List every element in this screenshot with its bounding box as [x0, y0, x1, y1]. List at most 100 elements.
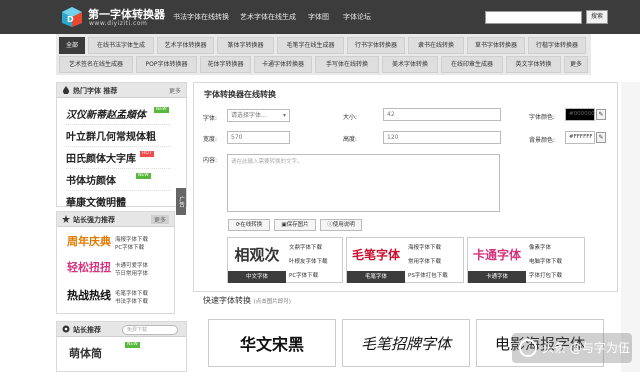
cat-more[interactable]: 更多 [564, 56, 588, 73]
hot-fonts-header: 热门字体 推荐 更多 [57, 83, 186, 98]
cat-item[interactable]: 草书字体转换器 [467, 37, 525, 54]
promo-item[interactable]: 轻松扭扭 卡通可爱字体 节日常用字体 [67, 257, 175, 282]
promo-link[interactable]: PC字体下载 [115, 243, 144, 251]
tile-link[interactable]: 电脑字体下载 [529, 257, 562, 265]
save-label: 保存图片 [286, 222, 309, 228]
cat-item[interactable]: 花体字转换器 [200, 56, 251, 73]
convert-button[interactable]: ⟳在线转换 [228, 219, 270, 231]
promo-item[interactable]: 热战热线 毛笔字体下载 书法字体下载 [67, 285, 175, 310]
webmaster-title: 站长推荐 [73, 326, 101, 334]
fast-convert-subtitle: (点击图片即可) [253, 299, 291, 305]
site-logo[interactable]: D 第一字体转换器 www.diyiziti.com [61, 5, 165, 29]
cat-item[interactable]: 在线书法字体生成 [88, 37, 154, 54]
top-search-input[interactable] [485, 11, 582, 24]
top-search-button[interactable]: 搜索 [586, 10, 608, 24]
tile-link[interactable]: PS字体打包下载 [408, 271, 448, 279]
tile-image: 相观次 [234, 246, 280, 264]
list-item[interactable]: 萌体简 [69, 345, 102, 361]
cat-item[interactable]: 艺术字体转换器 [157, 37, 214, 54]
promo-link[interactable]: 卡通可爱字体 [115, 261, 148, 269]
promo-image: 热战热线 [67, 289, 111, 302]
promo-link[interactable]: 海报字体下载 [115, 235, 148, 243]
bg-color-label: 背景颜色: [529, 137, 556, 144]
tile-image: 毛笔字体 [351, 248, 400, 262]
width-label: 宽度: [203, 136, 218, 143]
tile-link[interactable]: 字体打包下载 [529, 271, 562, 279]
cat-item[interactable]: 隶书在线转换 [408, 37, 464, 54]
font-name: 书体坊颜体 [66, 176, 116, 187]
cat-item[interactable]: 卡通字体转换器 [254, 56, 312, 73]
width-input[interactable]: 570 [227, 131, 290, 144]
list-item[interactable]: 书体坊颜体 NEW [66, 172, 171, 191]
svg-text:D: D [67, 15, 74, 24]
list-item[interactable]: 叶立群几何常规体粗 [66, 128, 171, 147]
cat-item[interactable]: POP字体转换器 [136, 56, 197, 73]
font-category-tile[interactable]: 相观次 中文字体 文鼎字体下载 叶根友字体下载 PC字体下载 [227, 237, 343, 283]
promo-image: 周年庆典 [67, 235, 111, 248]
promo-more[interactable]: 更多 [150, 215, 169, 224]
nav-forum[interactable]: 字体论坛 [343, 12, 371, 22]
nav-calligraphy[interactable]: 书法字体在线转换 [173, 12, 229, 22]
tile-link[interactable]: 像素字体 [529, 243, 551, 251]
tile-caption: 卡通字体 [468, 271, 526, 283]
cat-item[interactable]: 在线印章生成器 [441, 56, 503, 73]
sample-image[interactable]: 毛笔招牌字体 [342, 319, 470, 367]
hot-fonts-more[interactable]: 更多 [169, 86, 181, 95]
cat-item[interactable]: 美术字体转换 [382, 56, 438, 73]
cat-item[interactable]: 行书字体转换器 [347, 37, 405, 54]
watermark-text: 头条 @与字为伍 [542, 341, 630, 355]
nav-art-font[interactable]: 艺术字体在线生成 [240, 12, 296, 22]
tile-caption: 中文字体 [228, 271, 286, 283]
nav-font-gallery[interactable]: 字体图 [308, 12, 329, 22]
size-label: 大小: [343, 114, 358, 121]
bg-color-input[interactable]: #FFFFFF [565, 131, 595, 144]
cat-item[interactable]: 篆体字转换器 [217, 37, 274, 54]
font-color-picker-button[interactable]: ✎ [596, 109, 606, 120]
save-image-button[interactable]: ▣保存图片 [274, 219, 316, 231]
new-badge: NEW [136, 173, 151, 179]
font-label: 字体: [203, 115, 218, 122]
star-icon [62, 215, 70, 223]
font-select[interactable]: 请选择字体... ▾ [227, 109, 290, 122]
logo-cube-icon: D [62, 7, 82, 27]
promo-link[interactable]: 书法字体下载 [115, 297, 148, 305]
font-select-value: 请选择字体... [231, 112, 267, 119]
height-label: 高度: [343, 136, 358, 143]
convert-label: 在线转换 [240, 222, 263, 228]
promo-image: 轻松扭扭 [67, 261, 111, 274]
tile-link[interactable]: 文鼎字体下载 [289, 243, 322, 251]
tile-link[interactable]: 常用字体下载 [408, 257, 441, 265]
toutiao-logo-icon [519, 339, 537, 357]
list-item[interactable]: 田氏颜体大字库 HOT [66, 150, 171, 169]
cat-item[interactable]: 毛笔字在线生成器 [277, 37, 344, 54]
tile-link[interactable]: 海报字体下载 [408, 243, 441, 251]
cat-item[interactable]: 艺术签名在线生成器 [59, 56, 133, 73]
height-input[interactable]: 120 [383, 131, 501, 144]
cat-all[interactable]: 全部 [59, 37, 85, 54]
font-category-tile[interactable]: 卡通字体 卡通字体 像素字体 电脑字体下载 字体打包下载 [467, 237, 585, 283]
tile-link[interactable]: 叶根友字体下载 [289, 257, 328, 265]
bg-color-picker-button[interactable]: ✎ [596, 132, 606, 143]
help-button[interactable]: ⓘ使用说明 [320, 219, 362, 231]
font-name: 萌体简 [69, 347, 102, 360]
tile-link[interactable]: PC字体下载 [289, 271, 318, 279]
promo-link[interactable]: 毛笔字体下载 [115, 289, 148, 297]
converter-title: 字体转换器在线转换 [204, 90, 276, 99]
sample-image[interactable]: 华文宋黑 [208, 319, 336, 367]
webmaster-panel: 站长推荐 免费下载 萌体简 NEW [56, 321, 187, 372]
cat-item[interactable]: 手写体在线转换 [315, 56, 379, 73]
size-input[interactable]: 42 [383, 108, 501, 121]
promo-panel: 站长强力推荐 更多 周年庆典 海报字体下载 PC字体下载 轻松扭扭 卡通可爱字体… [56, 211, 175, 314]
content-textarea[interactable]: 请在此输入需要转换的文字。 [227, 154, 500, 212]
cat-item[interactable]: 英文字体转换 [506, 56, 561, 73]
font-category-tile[interactable]: 毛笔字体 毛笔字体 海报字体下载 常用字体下载 PS字体打包下载 [346, 237, 464, 283]
tile-image: 卡通字体 [472, 248, 521, 262]
side-ad-tab[interactable]: 广告 [176, 188, 186, 215]
cat-item[interactable]: 行楷字体转换器 [528, 37, 586, 54]
flower-icon [62, 325, 70, 333]
list-item[interactable]: 汉仪新蒂赵孟頫体 NEW [66, 106, 171, 125]
webmaster-search-input[interactable]: 免费下载 [122, 325, 178, 335]
font-color-input[interactable]: #000000 [565, 108, 595, 121]
promo-item[interactable]: 周年庆典 海报字体下载 PC字体下载 [67, 231, 175, 256]
promo-link[interactable]: 节日常用字体 [115, 269, 148, 277]
